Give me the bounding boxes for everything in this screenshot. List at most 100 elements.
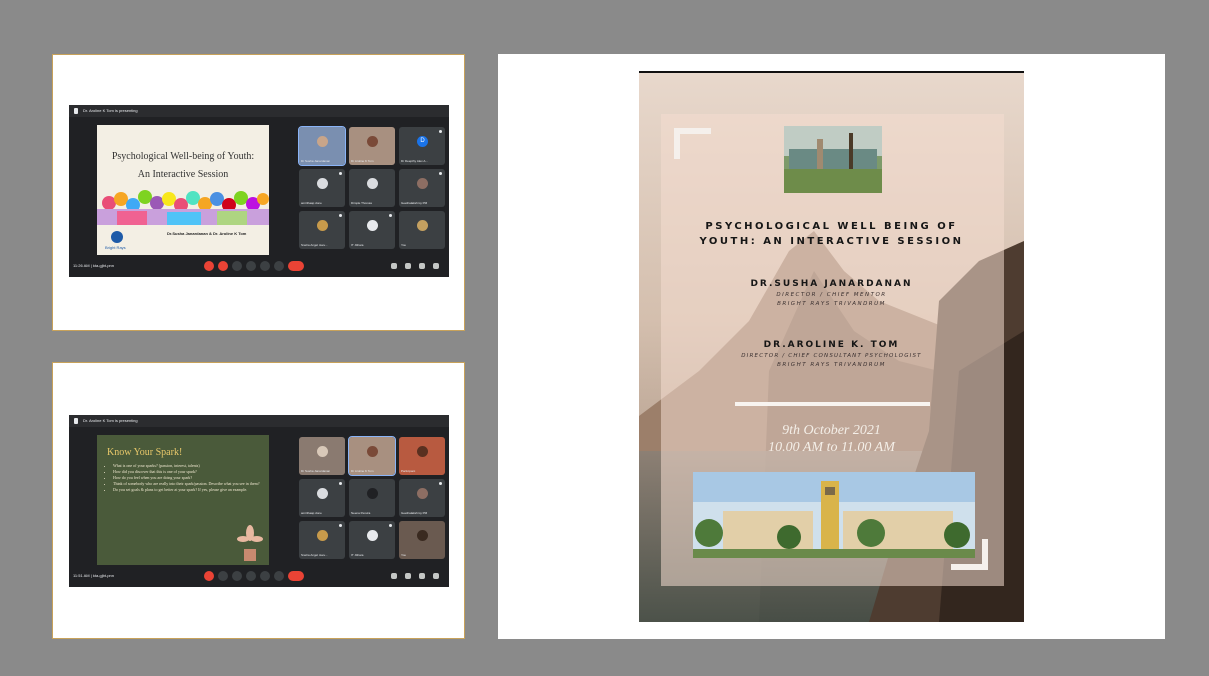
participant-name: amrithaap done <box>301 201 322 205</box>
participant-tile[interactable]: Neena Pereira <box>349 479 395 517</box>
participant-name: Neena Pereira <box>351 511 371 515</box>
chat-icon[interactable] <box>419 263 425 269</box>
participant-name: You <box>401 243 407 247</box>
slide-bullets: What is one of your sparks? (passion, in… <box>103 463 263 493</box>
slide-bullet: Do you set goals & plans to get better a… <box>113 487 263 493</box>
participant-avatar <box>317 488 328 500</box>
participant-tile[interactable]: Sneha Angel Jeev... <box>299 211 345 249</box>
participant-tile[interactable]: Dr Susha Janardanan <box>299 437 345 475</box>
participant-tile[interactable]: Geethalakshmy PM <box>399 479 445 517</box>
more-options-button[interactable] <box>274 571 284 581</box>
participant-tile[interactable]: Dr Susha Janardanan <box>298 126 346 166</box>
participant-tile[interactable]: You <box>399 211 445 249</box>
participant-name: Geethalakshmy PM <box>401 201 428 205</box>
participant-name: Sneha Angel Jeev... <box>301 243 328 247</box>
slide-presenters: Dr.Susha Janardanan & Dr. Aroline K Tom <box>167 231 247 236</box>
activities-icon[interactable] <box>433 573 439 579</box>
speaker1-name: DR.SUSHA JANARDANAN <box>750 279 913 289</box>
present-button[interactable] <box>260 571 270 581</box>
participant-tile[interactable]: Geethalakshmy PM <box>399 169 445 207</box>
mic-icon <box>389 524 392 527</box>
participant-name: Dr Aroline K Tom <box>351 159 374 163</box>
participant-video <box>317 446 328 458</box>
crowd-illustration <box>97 185 269 225</box>
participant-tile[interactable]: D Dr Deepthy Alex A... <box>399 127 445 165</box>
participant-avatar <box>367 220 378 232</box>
shared-slide: Psychological Well-being of Youth: An In… <box>97 125 269 255</box>
participant-name: Participant <box>401 469 416 473</box>
participant-avatar <box>317 530 328 542</box>
participant-tile[interactable]: IT Jithara <box>349 521 395 559</box>
captions-button[interactable] <box>232 571 242 581</box>
mic-icon <box>339 524 342 527</box>
info-icon[interactable] <box>391 573 397 579</box>
presenting-label: Dr. Aroline K Tom is presenting <box>83 418 138 423</box>
event-date: 9th October 2021 <box>782 423 881 438</box>
participant-video <box>367 446 378 458</box>
end-call-button[interactable] <box>288 261 304 271</box>
more-options-button[interactable] <box>274 261 284 271</box>
meeting-controls: 11:51 AM | kta-gjbt-pnn <box>69 565 449 587</box>
speaker1-role-line-2: BRIGHT RAYS TRIVANDRUM <box>777 301 886 307</box>
participant-name: Dr Deepthy Alex A... <box>401 159 428 163</box>
speaker2-name: DR.AROLINE K. TOM <box>763 340 900 350</box>
pin-icon <box>74 418 78 424</box>
participant-name: Dr Susha Janardanan <box>301 159 331 163</box>
participant-avatar <box>317 220 328 232</box>
captions-button[interactable] <box>232 261 242 271</box>
participant-tile[interactable]: Dimple Thomas <box>349 169 395 207</box>
mic-off-button[interactable] <box>204 261 214 271</box>
participant-name: Dr Aroline K Tom <box>351 469 374 473</box>
speaker1-role-line-1: DIRECTOR / CHIEF MENTOR <box>776 292 887 298</box>
event-poster: PSYCHOLOGICAL WELL BEING OF YOUTH: AN IN… <box>639 71 1024 622</box>
poster-title-line-2: YOUTH: AN INTERACTIVE SESSION <box>699 236 964 247</box>
participant-name: Dr Susha Janardanan <box>301 469 331 473</box>
participant-tile[interactable]: Participant <box>399 437 445 475</box>
participant-name: amrithaap done <box>301 511 322 515</box>
slide-logo <box>111 231 123 243</box>
participant-video <box>317 136 328 148</box>
slide-title-line-2: An Interactive Session <box>137 169 229 180</box>
participant-name: IT Jithara <box>351 243 364 247</box>
presenting-banner: Dr. Aroline K Tom is presenting <box>69 105 449 117</box>
speaker2-role-line-1: DIRECTOR / CHIEF CONSULTANT PSYCHOLOGIST <box>741 353 922 359</box>
participant-tile[interactable]: Dr Aroline K Tom <box>349 127 395 165</box>
screenshot-card-2: Dr. Aroline K Tom is presenting Know You… <box>52 362 465 639</box>
participant-tile[interactable]: IT Jithara <box>349 211 395 249</box>
participant-name: You <box>401 553 407 557</box>
participant-tile[interactable]: Sneha Angel Jeev... <box>299 521 345 559</box>
participant-tile[interactable]: Dr Aroline K Tom <box>348 436 396 476</box>
participant-name: Geethalakshmy PM <box>401 511 428 515</box>
end-call-button[interactable] <box>288 571 304 581</box>
participant-name: Dimple Thomas <box>351 201 372 205</box>
participant-tile[interactable]: amrithaap done <box>299 479 345 517</box>
participant-avatar <box>367 530 378 542</box>
participant-avatar <box>417 178 428 190</box>
participant-tile[interactable]: amrithaap done <box>299 169 345 207</box>
participant-avatar <box>367 178 378 190</box>
participant-tile[interactable]: You <box>399 521 445 559</box>
chat-icon[interactable] <box>419 573 425 579</box>
camera-button[interactable] <box>218 571 228 581</box>
participant-video <box>367 136 378 148</box>
mic-icon <box>439 172 442 175</box>
mic-off-button[interactable] <box>204 571 214 581</box>
raise-hand-button[interactable] <box>246 261 256 271</box>
meeting-time-and-code: 11:26 AM | kta-gjbt-pnn <box>73 263 114 268</box>
info-icon[interactable] <box>391 263 397 269</box>
plant-illustration <box>237 525 263 561</box>
raise-hand-button[interactable] <box>246 571 256 581</box>
meet-window-2: Dr. Aroline K Tom is presenting Know You… <box>69 415 449 587</box>
mic-icon <box>339 172 342 175</box>
people-icon[interactable] <box>405 263 411 269</box>
meeting-controls: 11:26 AM | kta-gjbt-pnn <box>69 255 449 277</box>
present-button[interactable] <box>260 261 270 271</box>
participant-avatar <box>417 488 428 500</box>
mic-icon <box>389 214 392 217</box>
camera-off-button[interactable] <box>218 261 228 271</box>
screenshot-card-1: Dr. Aroline K Tom is presenting Psycholo… <box>52 54 465 331</box>
people-icon[interactable] <box>405 573 411 579</box>
participant-name: Sneha Angel Jeev... <box>301 553 328 557</box>
activities-icon[interactable] <box>433 263 439 269</box>
mic-icon <box>439 482 442 485</box>
